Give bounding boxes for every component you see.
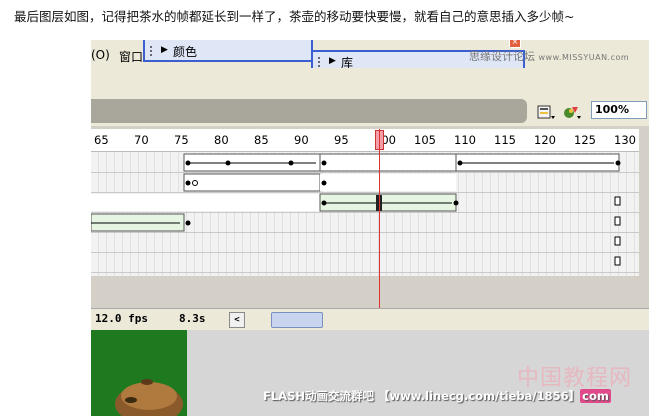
zoom-select[interactable]: 100%: [591, 101, 647, 119]
frame-ruler[interactable]: 65 70 75 80 85 90 95 100 105 110 115 120…: [91, 129, 639, 152]
ruler-label: 75: [174, 133, 189, 147]
flash-window: (O) 窗口 ▶ 颜色 ▶ 库 × 思缘设计论坛 www.MISSYUAN.co…: [91, 40, 649, 416]
elapsed-time: 8.3s: [179, 312, 206, 325]
ruler-label: 70: [134, 133, 149, 147]
ruler-label: 95: [334, 133, 349, 147]
menu-bar: (O) 窗口 ▶ 颜色 ▶ 库 × 思缘设计论坛 www.MISSYUAN.co…: [91, 40, 649, 72]
ruler-label: 85: [254, 133, 269, 147]
timeline-frames[interactable]: [91, 152, 639, 276]
color-panel-title: 颜色: [173, 45, 198, 59]
timeline-status-bar: 12.0 fps 8.3s <: [91, 308, 649, 331]
caption-text: 最后图层如图，记得把茶水的帧都延长到一样了，茶壶的移动要快要慢，就看自己的意思插…: [14, 9, 575, 24]
edit-bar: 100%: [91, 68, 649, 126]
watermark-cn: 思缘设计论坛: [469, 50, 535, 63]
scene-bar: [91, 99, 527, 123]
ruler-label: 120: [534, 133, 556, 147]
grip-icon[interactable]: [318, 57, 324, 67]
expand-arrow-icon[interactable]: ▶: [329, 56, 336, 66]
expand-arrow-icon[interactable]: ▶: [161, 45, 168, 55]
grip-icon[interactable]: [150, 46, 156, 56]
missyuan-watermark: 思缘设计论坛 www.MISSYUAN.com: [469, 48, 629, 64]
scroll-thumb[interactable]: [271, 312, 323, 328]
banner-suffix: com: [580, 389, 611, 403]
ruler-label: 80: [214, 133, 229, 147]
scroll-left-button[interactable]: <: [229, 312, 245, 328]
stage-area: 中国教程网 FLASH动画交流群吧 【www.linecg.com/tieba/…: [91, 330, 649, 416]
ruler-label: 105: [414, 133, 436, 147]
edit-scene-icon[interactable]: [537, 104, 555, 120]
menu-item-window[interactable]: 窗口: [119, 48, 143, 65]
ruler-label: 115: [494, 133, 516, 147]
ruler-label: 130: [614, 133, 636, 147]
ruler-label: 110: [454, 133, 476, 147]
banner-text: FLASH动画交流群吧 【www.linecg.com/tieba/1856】 c…: [263, 388, 611, 404]
ruler-label: 65: [94, 133, 109, 147]
color-panel[interactable]: ▶ 颜色: [143, 40, 313, 62]
ruler-label: 90: [294, 133, 309, 147]
banner-main: FLASH动画交流群吧 【www.linecg.com/tieba/1856】: [263, 389, 581, 403]
frame-rate: 12.0 fps: [95, 312, 148, 325]
playhead-line: [379, 129, 380, 309]
teapot-image: [115, 379, 183, 416]
watermark-url: www.MISSYUAN.com: [538, 53, 630, 62]
close-icon[interactable]: ×: [509, 40, 521, 48]
ruler-label: 125: [574, 133, 596, 147]
menu-item-o[interactable]: (O): [91, 48, 110, 62]
edit-symbol-icon[interactable]: [563, 104, 581, 120]
